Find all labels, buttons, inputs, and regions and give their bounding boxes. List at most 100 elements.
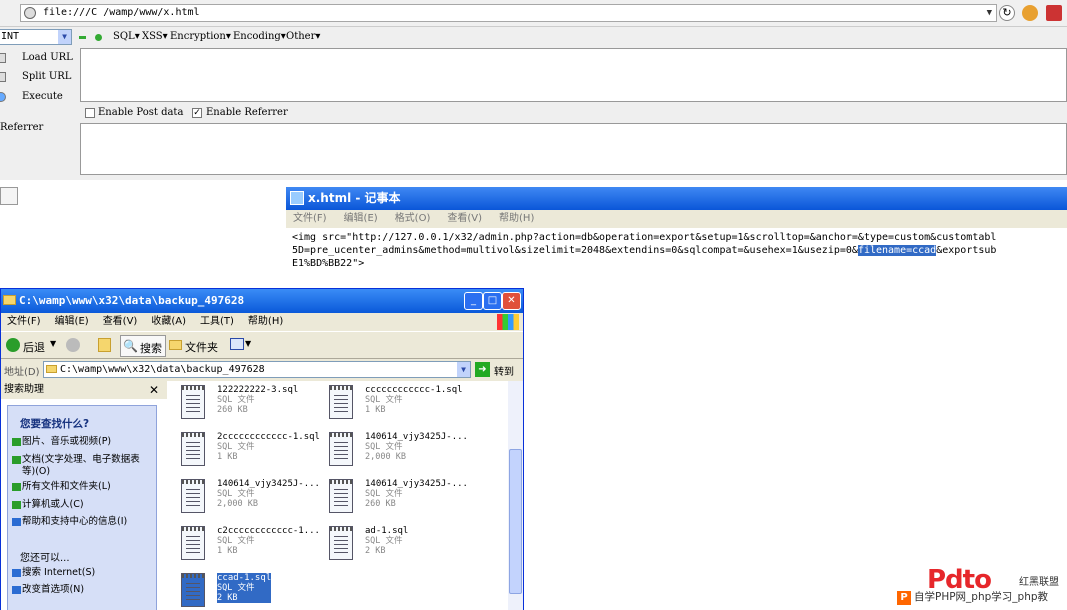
- back-button[interactable]: 后退: [23, 339, 45, 355]
- referrer-label: Referrer: [0, 122, 44, 133]
- arrow-right-icon: [12, 456, 21, 464]
- scrollbar-thumb[interactable]: [509, 449, 522, 594]
- split-url-icon: [0, 72, 6, 82]
- search-option-media[interactable]: 图片、音乐或视频(P): [12, 436, 152, 448]
- menu-file[interactable]: 文件(F): [7, 316, 41, 327]
- chevron-down-icon: ▼: [58, 30, 71, 44]
- notepad-icon: [290, 191, 304, 205]
- search-option-help[interactable]: 帮助和支持中心的信息(I): [12, 516, 152, 528]
- search-option-computers[interactable]: 计算机或人(C): [12, 499, 152, 511]
- minus-icon[interactable]: [79, 36, 86, 39]
- file-type: SQL 文件: [365, 489, 403, 499]
- menu-help[interactable]: 帮助(H): [499, 213, 534, 224]
- menu-view[interactable]: 查看(V): [103, 316, 138, 327]
- page-icon: [0, 187, 18, 205]
- notepad-menubar: 文件(F) 编辑(E) 格式(O) 查看(V) 帮助(H): [286, 210, 1067, 228]
- also-label: 您还可以...: [20, 553, 70, 564]
- chevron-down-icon[interactable]: ▼: [987, 5, 992, 21]
- file-item[interactable]: 2cccccccccccc-1.sql SQL 文件 1 KB: [177, 430, 322, 472]
- split-url-button[interactable]: Split URL: [22, 71, 71, 82]
- search-internet-link[interactable]: 搜索 Internet(S): [12, 567, 152, 579]
- watermark-side-text: 红黑联盟: [1019, 577, 1059, 588]
- arrow-right-icon: [12, 483, 21, 491]
- file-size: 2 KB: [365, 546, 386, 556]
- change-preferences-link[interactable]: 改变首选项(N): [12, 584, 152, 596]
- file-item[interactable]: 140614_vjy3425J-... SQL 文件 260 KB: [325, 477, 470, 519]
- chevron-down-icon[interactable]: ▼: [50, 339, 56, 348]
- menu-edit[interactable]: 编辑(E): [55, 316, 89, 327]
- firebug-icon[interactable]: [1022, 5, 1038, 21]
- go-arrow-icon[interactable]: ➜: [475, 362, 490, 377]
- minimize-button[interactable]: _: [464, 292, 483, 310]
- close-button[interactable]: ✕: [502, 292, 521, 310]
- menu-encryption[interactable]: Encryption▾: [170, 31, 231, 42]
- explorer-titlebar[interactable]: C:\wamp\www\x32\data\backup_497628: [1, 289, 523, 313]
- folders-button[interactable]: 文件夹: [185, 339, 218, 355]
- sql-file-icon: [181, 432, 205, 466]
- address-label: 地址(D): [4, 367, 40, 378]
- execute-button[interactable]: Execute: [22, 91, 63, 102]
- menu-encoding[interactable]: Encoding▾: [233, 31, 286, 42]
- explorer-toolbar: 后退 ▼ 🔍 搜索 文件夹 ▼: [1, 331, 523, 359]
- search-question: 您要查找什么?: [20, 418, 90, 430]
- text-segment: &exportsub: [936, 245, 997, 256]
- file-item[interactable]: 122222222-3.sql SQL 文件 260 KB: [177, 383, 322, 425]
- refresh-icon[interactable]: ↻: [999, 5, 1015, 21]
- encoding-select[interactable]: INT ▼: [0, 29, 72, 45]
- file-name: 122222222-3.sql: [217, 385, 299, 395]
- forward-arrow-icon[interactable]: [66, 338, 80, 352]
- menu-tools[interactable]: 工具(T): [200, 316, 234, 327]
- file-item[interactable]: cccccccccccc-1.sql SQL 文件 1 KB: [325, 383, 470, 425]
- file-type: SQL 文件: [217, 395, 255, 405]
- notepad-title: x.html - 记事本: [308, 191, 401, 205]
- menu-xss[interactable]: XSS▾: [142, 31, 168, 42]
- file-item[interactable]: ccad-1.sql SQL 文件 2 KB: [177, 571, 322, 610]
- maximize-button[interactable]: □: [483, 292, 502, 310]
- chevron-down-icon[interactable]: ▼: [245, 339, 251, 348]
- url-input[interactable]: file:///C /wamp/www/x.html ▼: [20, 4, 997, 22]
- menu-file[interactable]: 文件(F): [293, 213, 327, 224]
- enable-post-checkbox[interactable]: [85, 108, 95, 118]
- menu-sql[interactable]: SQL▾: [113, 31, 140, 42]
- file-name: ccad-1.sql: [217, 573, 272, 583]
- up-folder-icon[interactable]: [98, 338, 111, 352]
- search-pane-body: 您要查找什么? 图片、音乐或视频(P) 文档(文字处理、电子数据表等)(O) 所…: [7, 405, 157, 610]
- windows-logo-icon: [497, 314, 519, 330]
- notepad-line-3[interactable]: E1%BD%BB22">: [292, 258, 364, 269]
- hackbar-icon[interactable]: [1046, 5, 1062, 21]
- search-option-documents[interactable]: 文档(文字处理、电子数据表等)(O): [12, 454, 152, 478]
- menu-view[interactable]: 查看(V): [447, 213, 482, 224]
- referrer-textarea[interactable]: [80, 123, 1067, 175]
- back-arrow-icon[interactable]: [6, 338, 20, 352]
- url-textarea[interactable]: [80, 48, 1067, 102]
- globe-icon: [24, 7, 36, 19]
- menu-help[interactable]: 帮助(H): [248, 316, 283, 327]
- chevron-down-icon[interactable]: ▼: [457, 362, 470, 377]
- file-item[interactable]: c2cccccccccccc-1... SQL 文件 1 KB: [177, 524, 322, 566]
- file-item[interactable]: 140614_vjy3425J-... SQL 文件 2,000 KB: [325, 430, 470, 472]
- notepad-titlebar[interactable]: x.html - 记事本: [286, 187, 1067, 210]
- search-button[interactable]: 🔍 搜索: [120, 335, 166, 357]
- notepad-line-2[interactable]: 5D=pre_ucenter_admins&method=multivol&si…: [292, 245, 996, 256]
- plus-icon[interactable]: [95, 34, 102, 41]
- load-url-button[interactable]: Load URL: [22, 52, 73, 63]
- search-pane-header: 搜索助理 ✕: [1, 381, 167, 399]
- folder-icon: [46, 365, 57, 373]
- address-input[interactable]: C:\wamp\www\x32\data\backup_497628 ▼: [43, 361, 471, 378]
- notepad-line-1[interactable]: <img src="http://127.0.0.1/x32/admin.php…: [292, 232, 996, 243]
- watermark: Pdto 红黑联盟 P 自学PHP网_php学习_php教: [897, 565, 1067, 610]
- menu-edit[interactable]: 编辑(E): [344, 213, 378, 224]
- go-button[interactable]: 转到: [494, 363, 514, 378]
- file-item[interactable]: ad-1.sql SQL 文件 2 KB: [325, 524, 470, 566]
- search-option-all-files[interactable]: 所有文件和文件夹(L): [12, 481, 152, 493]
- file-size: 2 KB: [217, 593, 238, 603]
- menu-favorites[interactable]: 收藏(A): [151, 316, 186, 327]
- file-item[interactable]: 140614_vjy3425J-... SQL 文件 2,000 KB: [177, 477, 322, 519]
- menu-other[interactable]: Other▾: [286, 31, 320, 42]
- close-icon[interactable]: ✕: [149, 381, 159, 399]
- menu-format[interactable]: 格式(O): [395, 213, 431, 224]
- enable-referrer-checkbox[interactable]: ✓: [192, 108, 202, 118]
- select-value: INT: [1, 31, 20, 42]
- views-icon[interactable]: [230, 338, 244, 350]
- option-label: 帮助和支持中心的信息(I): [22, 516, 128, 527]
